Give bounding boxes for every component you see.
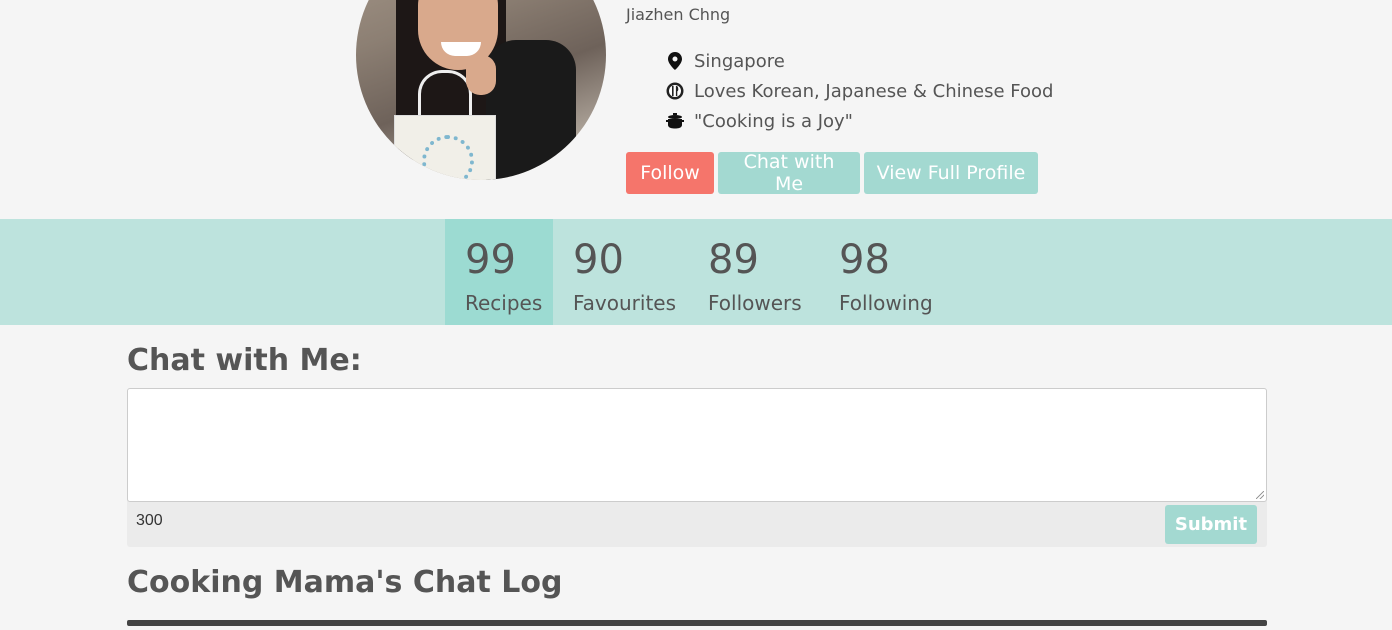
profile-avatar [356, 0, 606, 180]
detail-food: Loves Korean, Japanese & Chinese Food [666, 76, 1053, 106]
chat-message-input[interactable] [127, 388, 1267, 502]
chat-title: Chat with Me: [127, 343, 362, 378]
detail-location-text: Singapore [694, 50, 785, 72]
profile-details: Singapore Loves Korean, Japanese & Chine… [666, 46, 1053, 136]
stat-following[interactable]: 98 Following [819, 219, 947, 325]
view-full-profile-button[interactable]: View Full Profile [864, 152, 1038, 194]
stat-followers-count: 89 [708, 237, 759, 283]
avatar-shirt [486, 40, 576, 180]
profile-name: Jiazhen Chng [626, 5, 731, 24]
stat-recipes-count: 99 [465, 237, 516, 283]
chat-form: 300 Submit [127, 388, 1267, 547]
detail-food-text: Loves Korean, Japanese & Chinese Food [694, 80, 1054, 102]
chat-with-me-button[interactable]: Chat with Me [718, 151, 860, 195]
avatar-hand [466, 55, 496, 95]
stat-following-count: 98 [839, 237, 890, 283]
detail-motto: "Cooking is a Joy" [666, 106, 1053, 136]
cooking-pot-icon [666, 112, 684, 130]
stat-recipes-label: Recipes [465, 291, 543, 315]
textarea-resize-handle[interactable] [1256, 491, 1264, 499]
chat-log-title: Cooking Mama's Chat Log [127, 565, 563, 600]
submit-button[interactable]: Submit [1165, 505, 1257, 544]
chat-log-divider [127, 620, 1267, 626]
avatar-bag-logo [422, 135, 474, 180]
detail-motto-text: "Cooking is a Joy" [694, 110, 853, 132]
detail-location: Singapore [666, 46, 1053, 76]
stat-favourites-count: 90 [573, 237, 624, 283]
stat-followers[interactable]: 89 Followers [688, 219, 819, 325]
profile-actions: Follow Chat with Me View Full Profile [626, 151, 1038, 195]
map-pin-icon [666, 52, 684, 70]
stat-following-label: Following [839, 291, 933, 315]
char-count: 300 [136, 512, 163, 529]
stat-favourites-label: Favourites [573, 291, 677, 315]
stat-recipes[interactable]: 99 Recipes [445, 219, 553, 325]
stats-bar: 99 Recipes 90 Favourites 89 Followers 98… [0, 219, 1392, 325]
stat-followers-label: Followers [708, 291, 802, 315]
utensils-icon [666, 82, 684, 100]
stat-favourites[interactable]: 90 Favourites [553, 219, 688, 325]
follow-button[interactable]: Follow [626, 152, 714, 194]
